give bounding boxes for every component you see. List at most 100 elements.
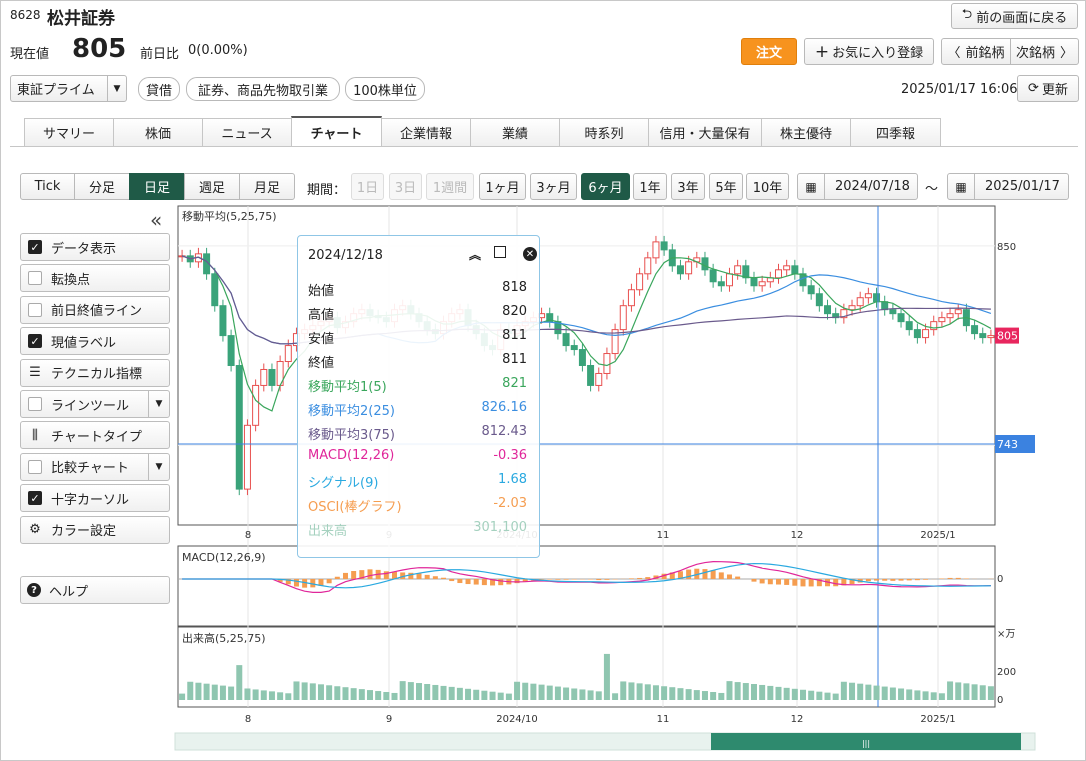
candle: [856, 297, 864, 307]
candle: [971, 325, 979, 335]
candle: [734, 265, 742, 275]
tooltip-row-label: OSCI(棒グラフ): [308, 500, 402, 515]
tooltip-row: 出来高 301,100: [308, 520, 527, 539]
x-tick-label: 11: [657, 714, 670, 725]
volume-bar: [726, 681, 733, 700]
volume-tick-label: 0: [997, 695, 1003, 706]
osci-bar: [735, 576, 741, 579]
tooltip-row: 安値 811: [308, 328, 527, 347]
tooltip-row-value: 1.68: [498, 472, 527, 487]
candle: [913, 329, 921, 339]
stock-chart[interactable]: 88992024/102024/10111112122025/12025/185…: [0, 0, 1086, 761]
tooltip-row: 始値 818: [308, 280, 527, 299]
close-icon[interactable]: ✕: [523, 247, 537, 261]
candle: [211, 273, 219, 307]
cursor-price-label: 743: [997, 438, 1018, 451]
volume-bar: [571, 688, 578, 700]
volume-bar: [383, 692, 390, 700]
macd-tick-label: 0: [997, 574, 1003, 585]
volume-bar: [293, 681, 300, 700]
volume-bar: [326, 685, 333, 700]
volume-bar: [277, 692, 284, 700]
osci-bar: [767, 579, 773, 585]
volume-bar: [783, 687, 790, 700]
osci-bar: [424, 574, 430, 579]
tooltip-row-label: 高値: [308, 308, 335, 323]
volume-bar: [203, 683, 210, 700]
volume-bar: [375, 691, 382, 700]
tooltip-row-value: 812.43: [481, 424, 528, 439]
osci-bar: [416, 573, 422, 579]
volume-bar: [644, 684, 651, 700]
tooltip-row: 移動平均2(25) 826.16: [308, 400, 527, 419]
tooltip-row-label: MACD(12,26): [308, 448, 395, 463]
main-chart-label: 移動平均(5,25,75): [182, 209, 277, 223]
volume-bar: [358, 689, 365, 700]
volume-bar: [595, 691, 602, 700]
candle: [227, 335, 235, 366]
tooltip-row-value: 820: [502, 304, 527, 319]
volume-bar: [677, 688, 684, 700]
osci-bar: [441, 577, 447, 579]
x-tick-label: 12: [791, 714, 804, 725]
tooltip-row-value: 811: [502, 352, 527, 367]
volume-bar: [219, 685, 226, 700]
volume-bar: [881, 686, 888, 700]
tooltip-row-label: 出来高: [308, 524, 348, 539]
candle: [701, 257, 709, 271]
volume-bar: [505, 693, 512, 700]
osci-bar: [342, 572, 348, 579]
volume-bar: [440, 685, 447, 700]
volume-bar: [669, 687, 676, 700]
osci-bar: [759, 579, 765, 584]
x-tick-label: 12: [791, 530, 804, 541]
candle: [685, 261, 693, 275]
volume-bar: [244, 688, 251, 700]
candle: [268, 368, 276, 386]
osci-bar: [751, 579, 757, 582]
candle: [260, 368, 268, 386]
volume-bar: [211, 684, 218, 700]
volume-bar: [489, 691, 496, 700]
osci-bar: [833, 579, 839, 587]
osci-bar: [947, 577, 953, 579]
candle: [725, 273, 733, 287]
volume-bar: [260, 690, 267, 700]
osci-bar: [408, 572, 414, 579]
volume-bar: [187, 681, 194, 700]
tooltip-row: 高値 820: [308, 304, 527, 323]
tooltip-row: シグナル(9) 1.68: [308, 472, 527, 491]
collapse-up-icon[interactable]: ︽: [469, 246, 481, 263]
volume-bar: [800, 689, 807, 700]
candle: [636, 273, 644, 291]
candle: [284, 345, 292, 363]
volume-bar: [579, 689, 586, 700]
volume-bar: [497, 692, 504, 700]
volume-bar: [971, 684, 978, 700]
osci-bar: [710, 570, 716, 579]
volume-bar: [628, 682, 635, 700]
osci-bar: [898, 579, 904, 581]
candle: [709, 269, 717, 283]
volume-bar: [620, 681, 627, 700]
volume-bar: [955, 682, 962, 700]
tooltip-row-label: シグナル(9): [308, 476, 379, 491]
tooltip-row-label: 安値: [308, 332, 335, 347]
tooltip-row: 移動平均1(5) 821: [308, 376, 527, 395]
volume-bar: [930, 692, 937, 700]
candle: [603, 353, 611, 374]
osci-bar: [784, 579, 790, 585]
volume-bar: [693, 690, 700, 700]
volume-bar: [546, 685, 553, 700]
volume-bar: [465, 688, 472, 700]
volume-bar: [554, 686, 561, 700]
volume-bar: [424, 684, 431, 700]
volume-bar: [514, 681, 521, 700]
copy-icon[interactable]: [494, 246, 506, 258]
volume-bar: [710, 692, 717, 700]
candle: [889, 309, 897, 315]
osci-bar: [596, 579, 602, 581]
volume-bar: [228, 686, 235, 700]
candle: [627, 289, 635, 307]
osci-bar: [383, 571, 389, 579]
